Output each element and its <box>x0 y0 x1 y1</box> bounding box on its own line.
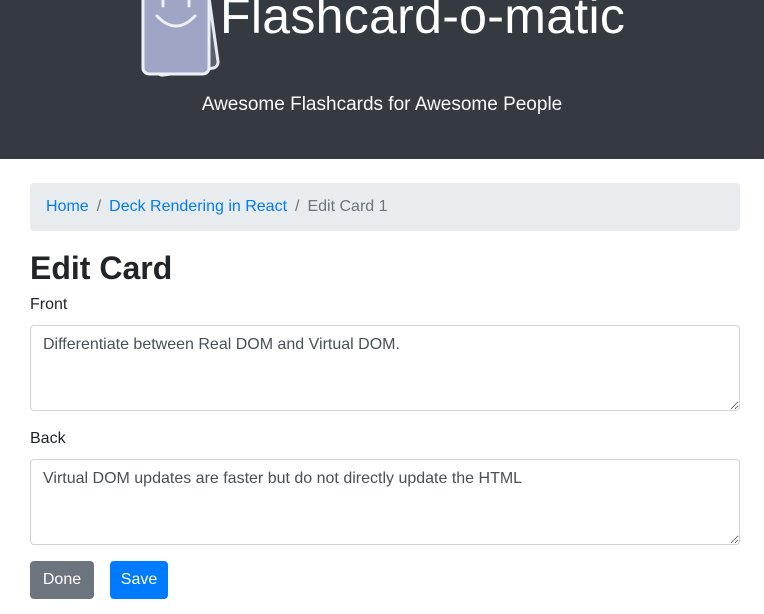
back-textarea[interactable]: Virtual DOM updates are faster but do no… <box>30 459 740 545</box>
smiley-flashcards-icon <box>141 0 220 77</box>
breadcrumb-separator: / <box>96 198 102 215</box>
breadcrumb-deck-link[interactable]: Deck Rendering in React <box>109 198 287 216</box>
app-header: Flashcard-o-matic Awesome Flashcards for… <box>0 0 764 159</box>
breadcrumb-current: Edit Card 1 <box>307 198 388 215</box>
app-title: Flashcard-o-matic <box>220 0 626 44</box>
front-label: Front <box>30 296 68 313</box>
save-button[interactable]: Save <box>110 561 168 599</box>
back-label: Back <box>30 430 66 447</box>
app-subtitle: Awesome Flashcards for Awesome People <box>201 94 563 115</box>
page-title: Edit Card <box>30 250 173 286</box>
breadcrumb-home-link[interactable]: Home <box>46 198 89 216</box>
done-button[interactable]: Done <box>30 561 94 599</box>
breadcrumb: Home / Deck Rendering in React / Edit Ca… <box>30 183 740 231</box>
front-textarea[interactable]: Differentiate between Real DOM and Virtu… <box>30 325 740 411</box>
breadcrumb-separator: / <box>295 198 300 215</box>
